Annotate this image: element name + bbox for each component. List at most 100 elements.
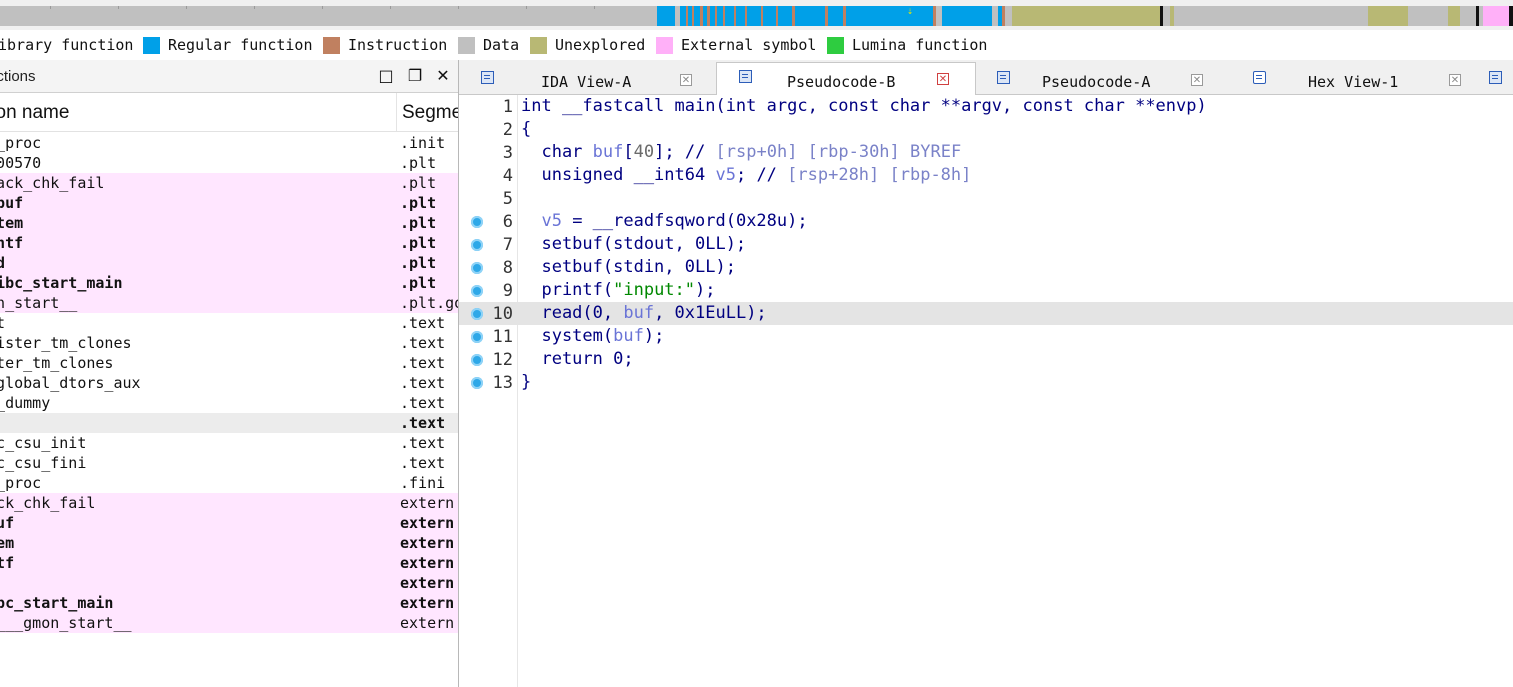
- breakpoint-dot-icon[interactable]: [471, 285, 483, 297]
- legend-swatch: [827, 36, 844, 54]
- function-name: _libc_start_main: [0, 274, 123, 292]
- function-row[interactable]: it_proc .init: [0, 133, 458, 153]
- breakpoint-dot-icon[interactable]: [471, 331, 483, 343]
- function-segment: .text: [400, 314, 446, 332]
- tab-more[interactable]: [1487, 64, 1513, 94]
- function-row[interactable]: libc_start_main extern: [0, 593, 458, 613]
- navigation-segment: [1408, 6, 1448, 26]
- function-segment: .fini: [400, 474, 446, 492]
- function-row[interactable]: o_global_dtors_aux .text: [0, 373, 458, 393]
- breakpoint-dot-icon[interactable]: [471, 262, 483, 274]
- code-line[interactable]: 2{: [459, 118, 1513, 141]
- function-row[interactable]: stem extern: [0, 533, 458, 553]
- breakpoint-dot-icon[interactable]: [471, 377, 483, 389]
- legend-label: Data: [483, 36, 520, 54]
- navigation-band[interactable]: ⇣: [0, 0, 1513, 30]
- navigation-bar[interactable]: ⇣: [0, 6, 1513, 26]
- code-line[interactable]: 10 read(0, buf, 0x1EuLL);: [459, 302, 1513, 325]
- function-segment: extern: [400, 614, 455, 632]
- function-name: me_dummy: [0, 394, 51, 412]
- column-header-name[interactable]: tion name: [0, 102, 69, 124]
- tab-close-icon[interactable]: ✕: [680, 74, 692, 86]
- breakpoint-dot-icon[interactable]: [471, 239, 483, 251]
- function-row[interactable]: ibc_csu_fini .text: [0, 453, 458, 473]
- function-segment: .init: [400, 134, 446, 152]
- function-row[interactable]: rm_proc .fini: [0, 473, 458, 493]
- function-row[interactable]: tbuf extern: [0, 513, 458, 533]
- restore-icon[interactable]: ❐: [405, 66, 425, 86]
- functions-panel[interactable]: nctions □ ❐ ✕ tion name Segme it_proc .in…: [0, 60, 459, 687]
- maximize-icon[interactable]: □: [376, 66, 396, 86]
- function-row[interactable]: mon_start__ .plt.go: [0, 293, 458, 313]
- function-row[interactable]: egister_tm_clones .text: [0, 333, 458, 353]
- function-row[interactable]: etbuf .plt: [0, 193, 458, 213]
- code-line[interactable]: 5: [459, 187, 1513, 210]
- pseudocode-view[interactable]: 1 int __fastcall main(int argc, const cha…: [459, 95, 1513, 687]
- tab-label: IDA View-A: [541, 73, 632, 91]
- function-row[interactable]: ystem .plt: [0, 213, 458, 233]
- code-line[interactable]: 12 return 0;: [459, 348, 1513, 371]
- code-line[interactable]: 1 int __fastcall main(int argc, const cha…: [459, 95, 1513, 118]
- breakpoint-dot-icon[interactable]: [471, 308, 483, 320]
- navigation-segment: [763, 6, 776, 26]
- function-row[interactable]: mp___gmon_start__ extern: [0, 613, 458, 633]
- tab-close-icon[interactable]: ✕: [937, 73, 949, 85]
- line-number: 10: [492, 304, 513, 324]
- column-divider[interactable]: [396, 93, 397, 131]
- function-row[interactable]: art .text: [0, 313, 458, 333]
- navigation-segment: [725, 6, 734, 26]
- function-name: rm_proc: [0, 474, 42, 492]
- code-line[interactable]: 11 system(buf);: [459, 325, 1513, 348]
- function-row[interactable]: rintf .plt: [0, 233, 458, 253]
- function-row[interactable]: intf extern: [0, 553, 458, 573]
- code-line[interactable]: 4 unsigned __int64 v5; // [rsp+28h] [rbp…: [459, 164, 1513, 187]
- line-number: 7: [502, 235, 513, 255]
- navigation-segment: [778, 6, 792, 26]
- function-segment: .plt: [400, 234, 437, 252]
- navigation-pointer-icon: ⇣: [907, 6, 914, 17]
- function-row[interactable]: adextern: [0, 573, 458, 593]
- navigation-segment: [747, 6, 761, 26]
- navigation-segment: [828, 6, 843, 26]
- navigation-segment: [942, 6, 992, 26]
- function-row[interactable]: me_dummy .text: [0, 393, 458, 413]
- function-segment: extern: [400, 494, 455, 512]
- tab-close-icon[interactable]: ✕: [1191, 74, 1203, 86]
- function-row[interactable]: ead .plt: [0, 253, 458, 273]
- tab-pseudocode-a[interactable]: Pseudocode-A ✕: [975, 64, 1230, 94]
- code-line[interactable]: 13}: [459, 371, 1513, 394]
- navigation-segment: [1163, 6, 1170, 26]
- navigation-segment: [795, 6, 825, 26]
- code-line[interactable]: 3 char buf[40]; // [rsp+0h] [rbp-30h] BY…: [459, 141, 1513, 164]
- function-row[interactable]: tack_chk_fail extern: [0, 493, 458, 513]
- code-text: setbuf(stdout, 0LL);: [521, 234, 747, 254]
- tab-hex-view-1[interactable]: Hex View-1 ✕: [1231, 64, 1486, 94]
- code-line[interactable]: 7 setbuf(stdout, 0LL);: [459, 233, 1513, 256]
- tab-pseudocode-b[interactable]: Pseudocode-B ✕: [716, 62, 976, 96]
- function-row[interactable]: in.text: [0, 413, 458, 433]
- function-row[interactable]: _libc_start_main .plt: [0, 273, 458, 293]
- navigation-segment: [736, 6, 745, 26]
- column-header-segment[interactable]: Segme: [402, 102, 458, 124]
- function-row[interactable]: ibc_csu_init .text: [0, 433, 458, 453]
- legend-swatch: [143, 36, 160, 54]
- breakpoint-dot-icon[interactable]: [471, 354, 483, 366]
- function-segment: .plt: [400, 194, 437, 212]
- tab-ida-view-a[interactable]: IDA View-A ✕: [459, 64, 715, 94]
- legend-label: Regular function: [168, 36, 313, 54]
- function-row[interactable]: ister_tm_clones .text: [0, 353, 458, 373]
- function-row[interactable]: stack_chk_fail .plt: [0, 173, 458, 193]
- code-line[interactable]: 8 setbuf(stdin, 0LL);: [459, 256, 1513, 279]
- hex-view-icon: [1253, 71, 1266, 84]
- line-number: 3: [502, 143, 513, 163]
- code-line[interactable]: 9 printf("input:");: [459, 279, 1513, 302]
- close-icon[interactable]: ✕: [433, 66, 453, 86]
- code-line[interactable]: 6 v5 = __readfsqword(0x28u);: [459, 210, 1513, 233]
- function-row[interactable]: _400570 .plt: [0, 153, 458, 173]
- code-text: {: [521, 119, 532, 139]
- functions-list[interactable]: it_proc .init _400570 .plt stack_chk_fail .pl…: [0, 133, 458, 633]
- breakpoint-dot-icon[interactable]: [471, 216, 483, 228]
- navigation-tick: [390, 6, 391, 9]
- function-name: ystem: [0, 214, 24, 232]
- tab-close-icon[interactable]: ✕: [1449, 74, 1461, 86]
